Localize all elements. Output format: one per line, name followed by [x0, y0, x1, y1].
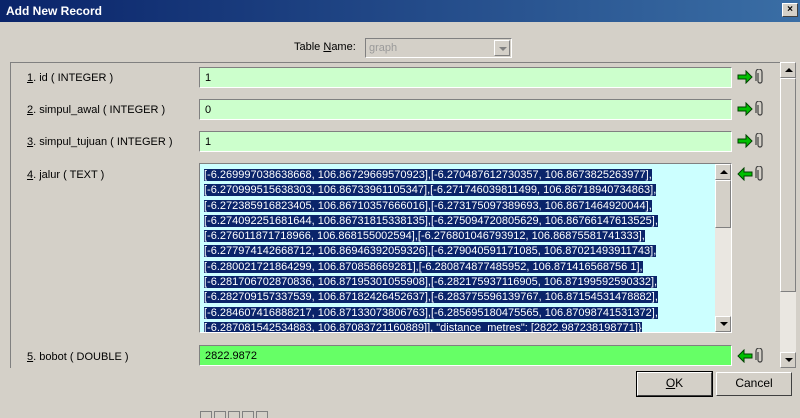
text-line: [-6.277974142668712, 106.86946392059326]…	[204, 245, 657, 258]
strip-tab	[228, 411, 240, 418]
text-line: [-6.284607416888217, 106.87133073806763]…	[204, 306, 658, 319]
close-button[interactable]: ×	[782, 3, 798, 17]
table-name-select[interactable]: graph	[365, 38, 512, 58]
window-title: Add New Record	[6, 4, 103, 18]
paperclip-icon[interactable]	[755, 348, 765, 364]
text-line: [-6.274092251681644, 106.86731815338135]…	[204, 214, 658, 227]
simpul-tujuan-input[interactable]: 1	[199, 131, 732, 152]
text-line: [-6.276011871718966, 106.868155002594],[…	[204, 230, 645, 243]
strip-tab	[242, 411, 254, 418]
arrow-left-icon[interactable]	[737, 349, 753, 363]
arrow-right-icon[interactable]	[737, 70, 753, 84]
bobot-input[interactable]: 2822.9872	[199, 345, 732, 366]
field-label-simpul-tujuan: 3. simpul_tujuan ( INTEGER )	[27, 136, 173, 148]
paperclip-icon[interactable]	[755, 166, 765, 182]
title-bar: Add New Record ×	[0, 0, 800, 22]
field-label-simpul-awal: 2. simpul_awal ( INTEGER )	[27, 104, 166, 116]
text-line: [-6.282709157337539, 106.87182426452637]…	[204, 291, 658, 304]
simpul-awal-input[interactable]: 0	[199, 99, 732, 120]
panel-scrollbar[interactable]	[780, 62, 796, 368]
id-input[interactable]: 1	[199, 67, 732, 88]
strip-tab	[200, 411, 212, 418]
jalur-textarea[interactable]: [-6.269997038638668, 106.86729669570923]…	[199, 163, 732, 333]
text-line: [-6.272385916823405, 106.86710357666016]…	[204, 199, 652, 212]
text-line: [-6.281706702870836, 106.87195301055908]…	[204, 276, 658, 289]
jalur-lines: [-6.269997038638668, 106.86729669570923]…	[204, 168, 712, 333]
table-name-value: graph	[369, 42, 398, 54]
strip-tab	[214, 411, 226, 418]
textarea-scrollbar[interactable]	[715, 164, 731, 332]
paperclip-icon[interactable]	[755, 133, 765, 149]
strip-tab	[256, 411, 268, 418]
ok-button[interactable]: OK	[636, 371, 713, 397]
text-line: [-6.287081542534883, 106.87083721160889]…	[204, 321, 642, 333]
cancel-button[interactable]: Cancel	[716, 372, 792, 396]
scroll-up-button[interactable]	[715, 164, 731, 180]
table-name-label: Table Name:	[294, 41, 356, 53]
scroll-down-button[interactable]	[715, 316, 731, 332]
arrow-right-icon[interactable]	[737, 102, 753, 116]
scroll-up-button[interactable]	[780, 62, 796, 78]
field-label-bobot: 5. bobot ( DOUBLE )	[27, 351, 129, 363]
arrow-right-icon[interactable]	[737, 134, 753, 148]
dialog-body: Table Name: graph 1. id ( INTEGER ) 1 2.…	[0, 22, 800, 418]
text-line: [-6.269997038638668, 106.86729669570923]…	[204, 169, 652, 181]
text-line: [-6.280021721864299, 106.870858669281],[…	[204, 260, 643, 273]
scroll-thumb[interactable]	[715, 180, 731, 228]
background-taskbar-strip	[200, 410, 800, 418]
field-label-jalur: 4. jalur ( TEXT )	[27, 169, 105, 181]
arrow-left-icon[interactable]	[737, 167, 753, 181]
paperclip-icon[interactable]	[755, 69, 765, 85]
scroll-down-button[interactable]	[780, 352, 796, 368]
scroll-thumb[interactable]	[780, 78, 796, 292]
paperclip-icon[interactable]	[755, 101, 765, 117]
text-line: [-6.270999515638303, 106.86733961105347]…	[204, 184, 657, 197]
chevron-down-icon[interactable]	[494, 40, 510, 56]
field-label-id: 1. id ( INTEGER )	[27, 72, 114, 84]
